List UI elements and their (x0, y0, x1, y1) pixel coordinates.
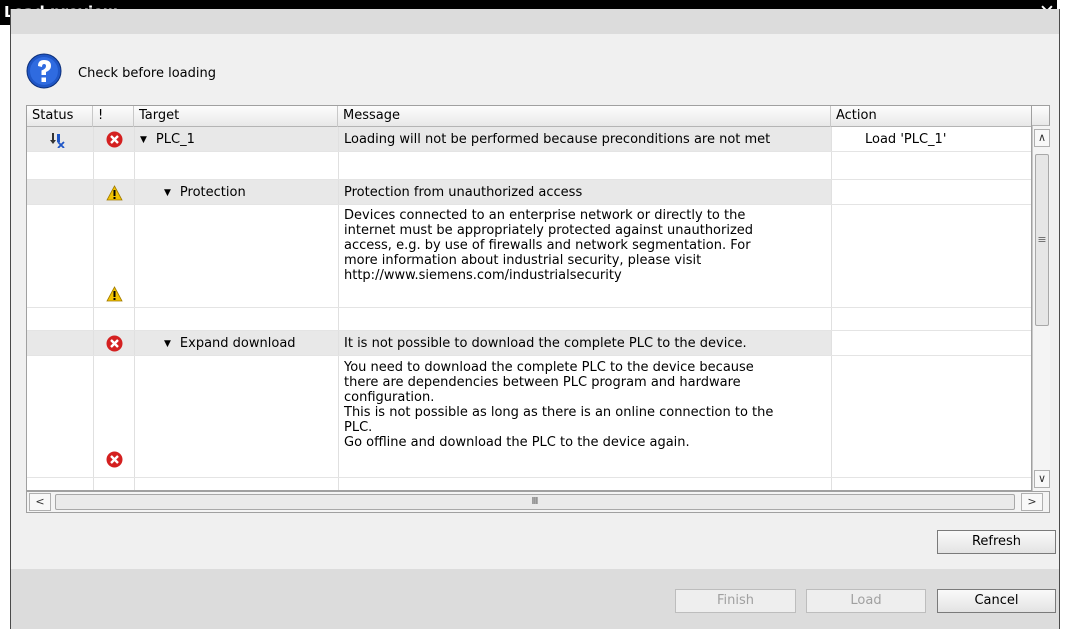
message-line: more information about industrial securi… (344, 253, 702, 268)
tree-row-protection[interactable]: ▼ Protection (164, 185, 246, 201)
dialog-footer: Finish Load Cancel (11, 569, 1059, 629)
warning-icon (106, 185, 123, 201)
message-line: PLC. (344, 420, 373, 435)
vertical-scroll-thumb[interactable]: ≡ (1035, 154, 1049, 326)
scroll-down-button[interactable]: ∨ (1034, 470, 1050, 488)
tree-row-expand-download[interactable]: ▼ Expand download (164, 336, 296, 352)
message-line: This is not possible as long as there is… (344, 405, 774, 420)
header-text: Check before loading (78, 66, 216, 81)
message-line: access, e.g. by use of firewalls and net… (344, 238, 751, 253)
grid-line (93, 127, 94, 490)
message-line: internet must be appropriately protected… (344, 223, 754, 238)
grid-line (27, 204, 1031, 205)
refresh-button[interactable]: Refresh (937, 530, 1056, 554)
grid-line (831, 127, 832, 490)
message-line: Go offline and download the PLC to the d… (344, 435, 690, 450)
cancel-button[interactable]: Cancel (937, 589, 1056, 613)
scroll-up-button[interactable]: ∧ (1034, 129, 1050, 147)
message-line: http://www.siemens.com/industrialsecurit… (344, 268, 622, 283)
expand-caret-icon[interactable]: ▼ (140, 132, 147, 148)
expand-caret-icon[interactable]: ▼ (164, 185, 171, 201)
target-label: Expand download (179, 336, 296, 351)
message-text: Protection from unauthorized access (344, 185, 583, 200)
message-line: You need to download the complete PLC to… (344, 360, 754, 375)
scroll-left-button[interactable]: < (29, 493, 51, 511)
message-text: Loading will not be performed because pr… (344, 132, 771, 147)
error-icon (106, 131, 123, 148)
question-icon (26, 53, 62, 89)
target-label: Protection (179, 185, 246, 200)
grid-line (27, 330, 1031, 331)
tree-row-plc[interactable]: ▼ PLC_1 (140, 132, 195, 148)
message-line: Devices connected to an enterprise netwo… (344, 208, 746, 223)
scroll-right-button[interactable]: > (1021, 493, 1043, 511)
finish-button[interactable]: Finish (675, 589, 796, 613)
load-button[interactable]: Load (806, 589, 926, 613)
column-header-message[interactable]: Message (338, 106, 831, 127)
grip-icon: Ⅲ (531, 496, 539, 507)
column-header-status[interactable]: Status (27, 106, 93, 127)
grid-line (27, 179, 1031, 180)
action-cell[interactable]: Load 'PLC_1' (865, 132, 946, 148)
horizontal-scroll-thumb[interactable]: Ⅲ (55, 494, 1015, 510)
error-icon (106, 451, 123, 468)
grid-line (27, 307, 1031, 308)
grid-line (27, 151, 1031, 152)
message-text: It is not possible to download the compl… (344, 336, 747, 351)
column-header-target[interactable]: Target (134, 106, 338, 127)
scrollbar-corner (1032, 105, 1050, 126)
results-grid: Status ! Target Message Action ▼ PLC_1 L… (26, 105, 1032, 491)
dialog-content: Check before loading Status ! Target Mes… (11, 34, 1059, 569)
grid-line (27, 355, 1031, 356)
message-line: configuration. (344, 390, 435, 405)
load-preview-dialog: Check before loading Status ! Target Mes… (10, 9, 1060, 629)
download-error-icon (50, 133, 65, 148)
grid-line (134, 127, 135, 490)
message-detail: You need to download the complete PLC to… (344, 360, 773, 450)
grid-header: Status ! Target Message Action (27, 106, 1031, 127)
grid-line (27, 477, 1031, 478)
expand-caret-icon[interactable]: ▼ (164, 336, 171, 352)
horizontal-scrollbar[interactable]: < Ⅲ > (26, 491, 1050, 513)
vertical-scrollbar[interactable]: ∧ ≡ ∨ (1032, 126, 1050, 491)
message-detail: Devices connected to an enterprise netwo… (344, 208, 753, 283)
column-header-action[interactable]: Action (831, 106, 1031, 127)
error-icon (106, 335, 123, 352)
column-header-severity[interactable]: ! (93, 106, 134, 127)
grid-line (338, 127, 339, 490)
message-line: there are dependencies between PLC progr… (344, 375, 741, 390)
grip-icon: ≡ (1037, 233, 1047, 246)
target-label: PLC_1 (155, 132, 195, 147)
warning-icon (106, 286, 123, 302)
